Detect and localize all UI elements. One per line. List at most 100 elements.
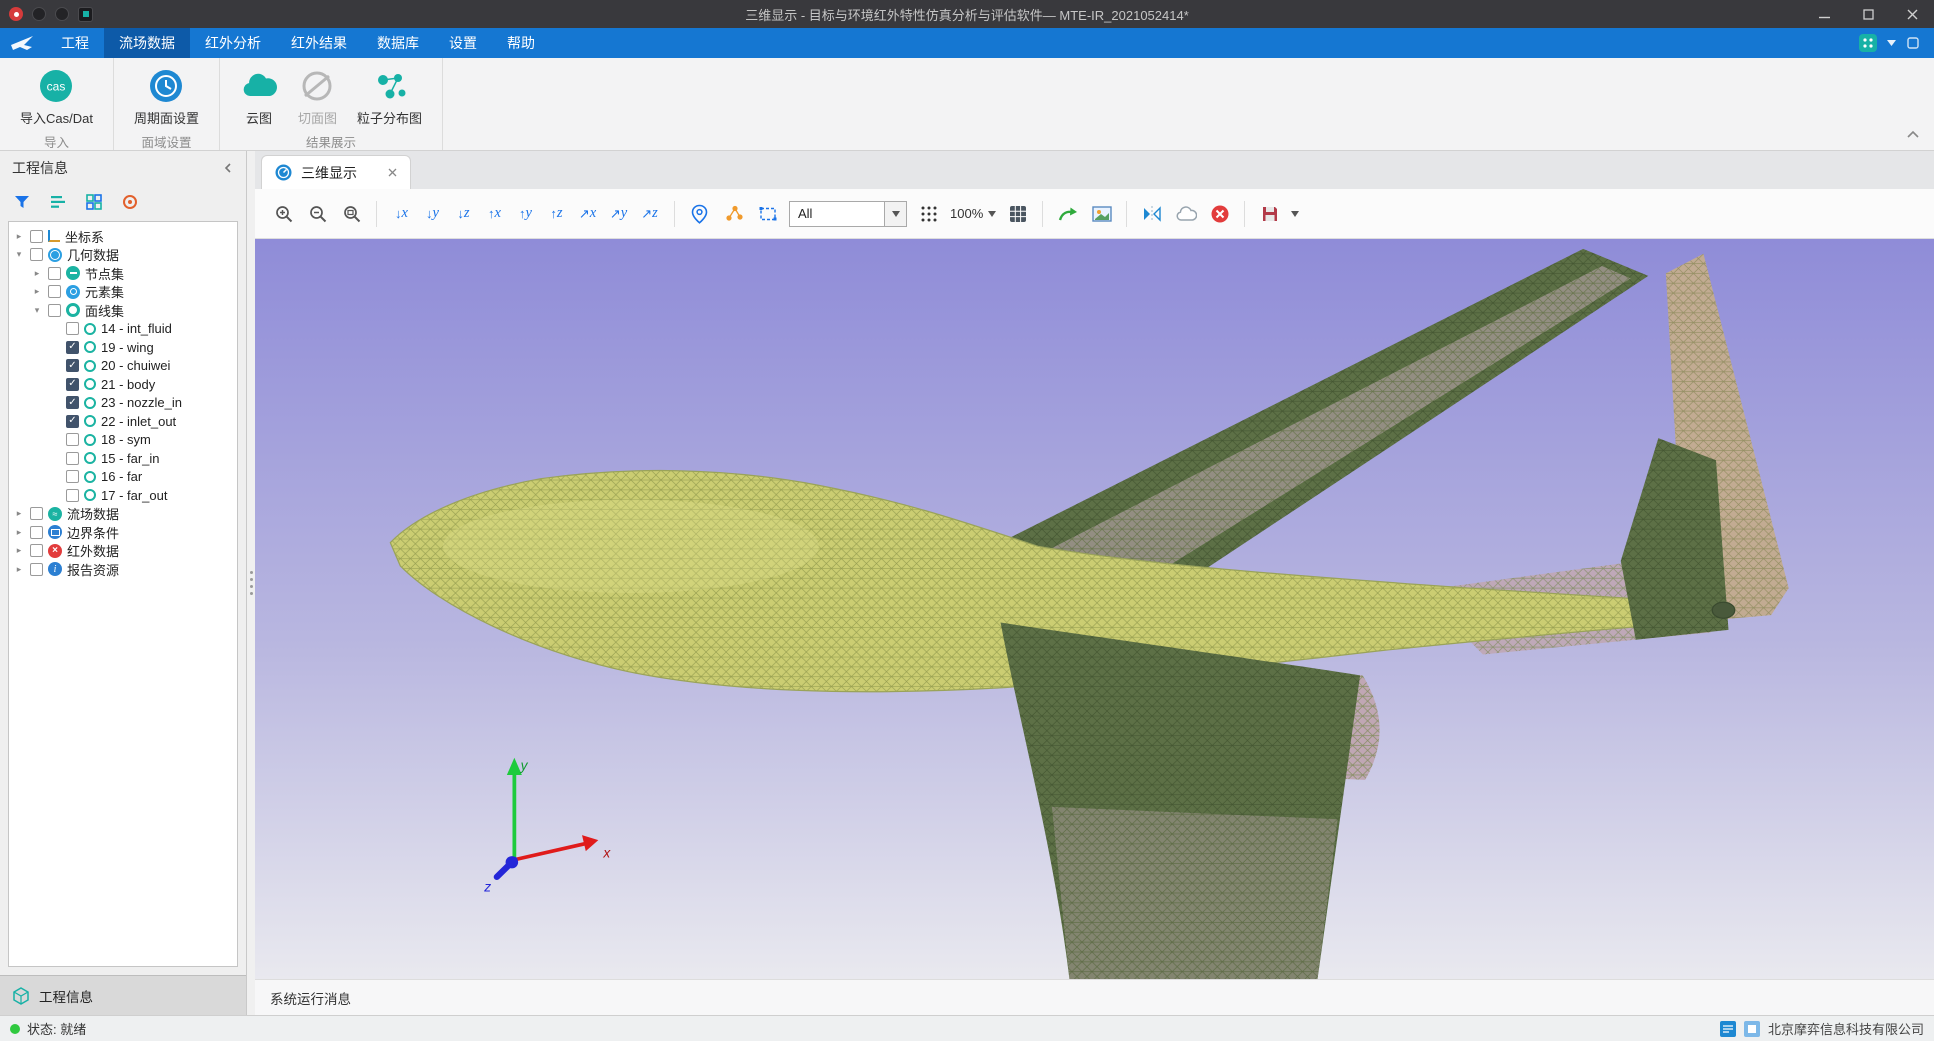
save-icon[interactable] <box>1257 201 1282 226</box>
expand-arrow-icon[interactable]: ▸ <box>31 269 43 278</box>
quick-launch-icon-2[interactable] <box>55 7 69 21</box>
tree-item-surface-16-far[interactable]: 16 - far <box>9 468 237 487</box>
view-axis-x-0-icon[interactable]: ↓x <box>389 205 414 222</box>
visibility-checkbox[interactable] <box>66 341 79 354</box>
location-pin-icon[interactable] <box>687 201 712 226</box>
display-filter-select[interactable]: All <box>789 201 907 227</box>
expand-arrow-icon[interactable]: ▸ <box>13 546 25 555</box>
tree-item-surface-15-far-in[interactable]: 15 - far_in <box>9 449 237 468</box>
cloud-outline-icon[interactable] <box>1173 201 1198 226</box>
filter-icon[interactable] <box>13 193 31 211</box>
select-dropdown-icon[interactable] <box>884 202 906 226</box>
pin-menu-icon[interactable] <box>1906 36 1920 50</box>
visibility-checkbox[interactable] <box>66 433 79 446</box>
tree-item-node-set[interactable]: ▸节点集 <box>9 264 237 283</box>
visibility-checkbox[interactable] <box>66 470 79 483</box>
ribbon-button-periodic-face-setting[interactable]: 周期面设置 <box>126 65 207 129</box>
grid-view-icon[interactable] <box>85 193 103 211</box>
particles-icon[interactable] <box>721 201 746 226</box>
list-view-icon[interactable] <box>49 193 67 211</box>
maximize-button[interactable] <box>1846 0 1890 28</box>
mirror-icon[interactable] <box>1139 201 1164 226</box>
layout-panel-icon[interactable] <box>1744 1021 1760 1037</box>
zoom-in-icon[interactable] <box>271 201 296 226</box>
save-dropdown-icon[interactable] <box>1291 211 1299 217</box>
quick-launch-icon-3[interactable] <box>78 7 93 22</box>
viewport-3d[interactable]: x y z <box>255 239 1934 979</box>
ribbon-button-contour-plot[interactable]: 云图 <box>232 65 286 129</box>
visibility-checkbox[interactable] <box>66 396 79 409</box>
visibility-checkbox[interactable] <box>30 544 43 557</box>
export-arrow-icon[interactable] <box>1055 201 1080 226</box>
tree-item-surface-20-chuiwei[interactable]: 20 - chuiwei <box>9 357 237 376</box>
view-axis-y-1-icon[interactable]: ↓y <box>420 205 445 222</box>
halftone-pattern-icon[interactable] <box>916 201 941 226</box>
visibility-checkbox[interactable] <box>30 248 43 261</box>
tree-item-geometry-data[interactable]: ▾几何数据 <box>9 246 237 265</box>
visibility-checkbox[interactable] <box>30 230 43 243</box>
expand-arrow-icon[interactable]: ▸ <box>13 528 25 537</box>
expand-arrow-icon[interactable]: ▸ <box>31 287 43 296</box>
tree-item-infrared-data[interactable]: ▸红外数据 <box>9 542 237 561</box>
tree-item-boundary-conditions[interactable]: ▸边界条件 <box>9 523 237 542</box>
visibility-checkbox[interactable] <box>66 359 79 372</box>
view-axis-x-6-icon[interactable]: ↗x <box>575 205 600 222</box>
ribbon-button-import-cas-dat[interactable]: cas导入Cas/Dat <box>12 65 101 129</box>
tree-item-surface-22-inlet-out[interactable]: 22 - inlet_out <box>9 412 237 431</box>
tree-item-surface-17-far-out[interactable]: 17 - far_out <box>9 486 237 505</box>
view-axis-y-4-icon[interactable]: ↑y <box>513 205 538 222</box>
app-logo-icon[interactable] <box>9 7 23 21</box>
zoom-fit-icon[interactable] <box>339 201 364 226</box>
minimize-button[interactable] <box>1802 0 1846 28</box>
tab-3d-display[interactable]: 三维显示 <box>261 155 411 189</box>
theme-icon[interactable] <box>1859 34 1877 52</box>
zoom-level-control[interactable]: 100% <box>950 206 996 221</box>
log-panel-icon[interactable] <box>1720 1021 1736 1037</box>
view-axis-z-8-icon[interactable]: ↗z <box>637 205 662 222</box>
quick-launch-icon-1[interactable] <box>32 7 46 21</box>
locate-target-icon[interactable] <box>121 193 139 211</box>
visibility-checkbox[interactable] <box>66 452 79 465</box>
expand-arrow-icon[interactable]: ▸ <box>13 509 25 518</box>
tab-close-icon[interactable] <box>388 168 397 177</box>
expand-arrow-icon[interactable]: ▸ <box>13 232 25 241</box>
close-button[interactable] <box>1890 0 1934 28</box>
visibility-checkbox[interactable] <box>48 285 61 298</box>
view-axis-z-2-icon[interactable]: ↓z <box>451 205 476 222</box>
panel-bottom-bar[interactable]: 工程信息 <box>0 975 246 1015</box>
visibility-checkbox[interactable] <box>30 507 43 520</box>
visibility-checkbox[interactable] <box>66 489 79 502</box>
tree-item-surface-14-int-fluid[interactable]: 14 - int_fluid <box>9 320 237 339</box>
visibility-checkbox[interactable] <box>48 304 61 317</box>
visibility-checkbox[interactable] <box>66 322 79 335</box>
visibility-checkbox[interactable] <box>30 563 43 576</box>
menu-item-infrared-results[interactable]: 红外结果 <box>276 28 362 58</box>
mesh-grid-icon[interactable] <box>1005 201 1030 226</box>
view-axis-x-3-icon[interactable]: ↑x <box>482 205 507 222</box>
tree-item-surface-19-wing[interactable]: 19 - wing <box>9 338 237 357</box>
tree-item-surface-18-sym[interactable]: 18 - sym <box>9 431 237 450</box>
tree-item-surface-23-nozzle-in[interactable]: 23 - nozzle_in <box>9 394 237 413</box>
menu-item-engineering[interactable]: 工程 <box>46 28 104 58</box>
expand-arrow-icon[interactable]: ▸ <box>13 565 25 574</box>
tree-item-face-set[interactable]: ▾面线集 <box>9 301 237 320</box>
expand-arrow-icon[interactable]: ▾ <box>13 250 25 259</box>
menu-item-settings[interactable]: 设置 <box>434 28 492 58</box>
ribbon-button-particle-distribution-plot[interactable]: 粒子分布图 <box>349 65 430 129</box>
ribbon-collapse-button[interactable] <box>1906 127 1920 142</box>
tree-item-element-set[interactable]: ▸元素集 <box>9 283 237 302</box>
snapshot-icon[interactable] <box>1089 201 1114 226</box>
chevron-down-icon[interactable] <box>1887 40 1896 46</box>
delete-red-icon[interactable] <box>1207 201 1232 226</box>
view-axis-z-5-icon[interactable]: ↑z <box>544 205 569 222</box>
menu-item-flow-field-data[interactable]: 流场数据 <box>104 28 190 58</box>
tree-item-coordinate-system[interactable]: ▸坐标系 <box>9 227 237 246</box>
visibility-checkbox[interactable] <box>48 267 61 280</box>
visibility-checkbox[interactable] <box>30 526 43 539</box>
panel-splitter[interactable] <box>247 151 255 1015</box>
expand-arrow-icon[interactable]: ▾ <box>31 306 43 315</box>
system-message-bar[interactable]: 系统运行消息 <box>255 979 1934 1015</box>
tree-item-surface-21-body[interactable]: 21 - body <box>9 375 237 394</box>
visibility-checkbox[interactable] <box>66 378 79 391</box>
tree-item-flow-field-data[interactable]: ▸流场数据 <box>9 505 237 524</box>
